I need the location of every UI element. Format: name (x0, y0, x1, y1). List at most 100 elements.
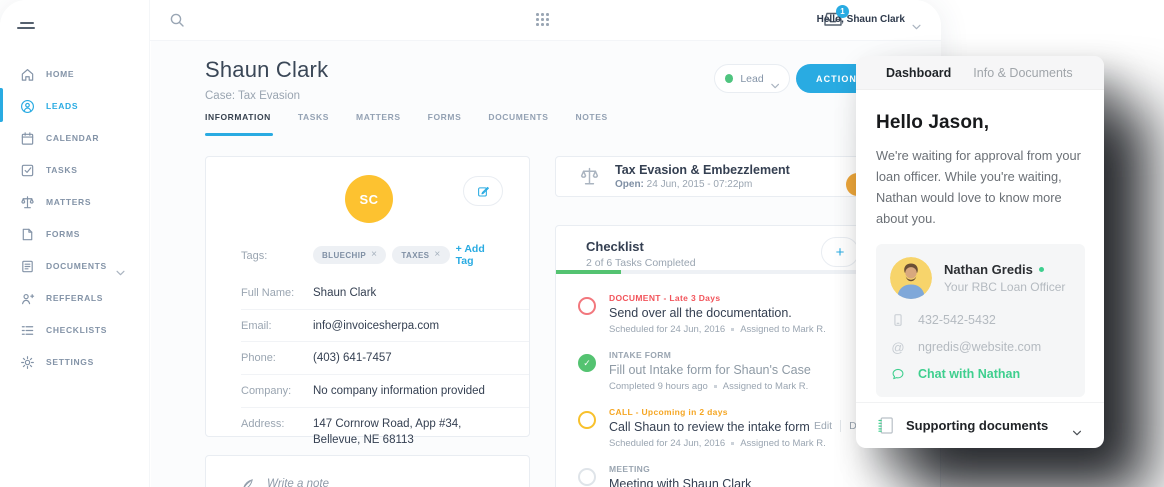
widget-tab-info-documents[interactable]: Info & Documents (973, 66, 1072, 80)
officer-identity: Nathan Gredis Your RBC Loan Officer (944, 262, 1065, 294)
at-icon: @ (890, 339, 906, 355)
field-value: info@invoicesherpa.com (313, 318, 439, 335)
chevron-down-icon (116, 263, 125, 269)
task-status-circle[interactable] (578, 411, 596, 429)
topbar: 1 Hello, Shaun Clark (150, 0, 941, 41)
checklists-icon (20, 323, 35, 338)
officer-contacts: 432-542-5432 @ ngredis@website.com Chat … (890, 312, 1071, 382)
sidebar-item-label: MATTERS (46, 197, 91, 207)
sidebar-item-label: REFFERALS (46, 293, 103, 303)
chevron-down-icon (912, 17, 921, 23)
widget-greeting: Hello Jason, (876, 112, 1085, 134)
sidebar-item-label: SETTINGS (46, 357, 94, 367)
task-assignee: Assigned to Mark R. (740, 438, 826, 449)
scales-icon (579, 166, 600, 187)
matters-icon (20, 195, 35, 210)
field-row-email: Email: info@invoicesherpa.com (241, 310, 529, 343)
checklist-item[interactable]: MEETING Meeting with Shaun Clark Schedul… (556, 457, 940, 487)
chat-label: Chat with Nathan (918, 367, 1020, 381)
tag-chip[interactable]: BLUECHIP × (313, 246, 386, 264)
sidebar-item-refferals[interactable]: REFFERALS (0, 282, 149, 314)
sidebar-item-calendar[interactable]: CALENDAR (0, 122, 149, 154)
online-status-dot (1039, 267, 1044, 272)
field-label: Address: (241, 416, 313, 430)
chevron-down-icon (1072, 423, 1082, 429)
sidebar-item-tasks[interactable]: TASKS (0, 154, 149, 186)
status-dot (725, 74, 733, 83)
task-status-circle[interactable]: ✓ (578, 354, 596, 372)
note-input[interactable]: Write a note (206, 456, 529, 487)
tag-chip[interactable]: TAXES × (392, 246, 449, 264)
supporting-documents-toggle[interactable]: Supporting documents (856, 402, 1104, 448)
tab-documents[interactable]: DOCUMENTS (488, 112, 548, 136)
search-icon[interactable] (169, 12, 185, 28)
edit-icon (477, 185, 490, 198)
sidebar-item-matters[interactable]: MATTERS (0, 186, 149, 218)
home-icon (20, 67, 35, 82)
user-menu[interactable]: Hello, Shaun Clark (817, 14, 921, 25)
officer-header: Nathan Gredis Your RBC Loan Officer (890, 257, 1071, 299)
widget-tab-dashboard[interactable]: Dashboard (886, 66, 951, 80)
matter-open-date: Open: 24 Jun, 2015 - 07:22pm (615, 179, 790, 190)
sidebar-nav: HOME LEADS CALENDAR TASKS MATTERS (0, 58, 149, 378)
status-dropdown[interactable]: Lead (714, 64, 790, 93)
chat-bubble-icon (890, 366, 906, 382)
status-label: Lead (740, 73, 763, 85)
forms-icon (20, 227, 35, 242)
remove-tag-icon[interactable]: × (434, 250, 440, 260)
sidebar-item-forms[interactable]: FORMS (0, 218, 149, 250)
tab-information[interactable]: INFORMATION (205, 112, 271, 136)
chat-with-officer-link[interactable]: Chat with Nathan (890, 366, 1071, 382)
phone-icon (890, 312, 906, 328)
edit-task-link[interactable]: Edit (814, 420, 832, 432)
tab-tasks[interactable]: TASKS (298, 112, 329, 136)
matter-open-value: 24 Jun, 2015 - 07:22pm (647, 179, 753, 190)
field-row-full-name: Full Name: Shaun Clark (241, 277, 529, 310)
settings-icon (20, 355, 35, 370)
add-task-button[interactable]: + (821, 237, 859, 267)
field-label: Email: (241, 318, 313, 332)
task-status-circle[interactable] (578, 468, 596, 486)
field-row-phone: Phone: (403) 641-7457 (241, 342, 529, 375)
apps-grid-icon[interactable] (536, 13, 550, 27)
supporting-documents-label: Supporting documents (906, 418, 1048, 433)
officer-card: Nathan Gredis Your RBC Loan Officer 432-… (876, 244, 1085, 397)
sidebar-item-label: CALENDAR (46, 133, 99, 143)
plus-icon: + (836, 244, 845, 261)
tab-matters[interactable]: MATTERS (356, 112, 401, 136)
tasks-icon (20, 163, 35, 178)
sidebar-item-leads[interactable]: LEADS (0, 90, 149, 122)
sidebar-item-home[interactable]: HOME (0, 58, 149, 90)
remove-tag-icon[interactable]: × (371, 250, 377, 260)
tab-forms[interactable]: FORMS (428, 112, 462, 136)
tab-notes[interactable]: NOTES (575, 112, 607, 136)
menu-icon[interactable] (17, 22, 37, 34)
checklist-progress-text: 2 of 6 Tasks Completed (586, 257, 696, 269)
address-line-2: Bellevue, NE 68113 (313, 434, 414, 446)
field-value: (403) 641-7457 (313, 350, 392, 367)
chevron-down-icon (771, 76, 779, 82)
edit-contact-button[interactable] (463, 176, 503, 206)
sidebar-item-label: TASKS (46, 165, 78, 175)
notebook-icon (878, 417, 893, 434)
officer-phone-row[interactable]: 432-542-5432 (890, 312, 1071, 328)
task-status-circle[interactable] (578, 297, 596, 315)
add-tag-link[interactable]: + Add Tag (456, 243, 501, 267)
note-card[interactable]: Write a note (205, 455, 530, 487)
checklist-title: Checklist (586, 239, 644, 254)
address-line-1: 147 Cornrow Road, App #34, (313, 418, 461, 430)
sidebar-item-documents[interactable]: DOCUMENTS (0, 250, 149, 282)
task-title: Meeting with Shaun Clark (609, 477, 940, 487)
widget-body: Hello Jason, We're waiting for approval … (856, 90, 1104, 397)
sidebar-item-settings[interactable]: SETTINGS (0, 346, 149, 378)
matter-title: Tax Evasion & Embezzlement (615, 163, 790, 177)
officer-email-row[interactable]: @ ngredis@website.com (890, 339, 1071, 355)
field-value: 147 Cornrow Road, App #34, Bellevue, NE … (313, 416, 461, 449)
sidebar-item-label: FORMS (46, 229, 80, 239)
tags-row: Tags: BLUECHIP × TAXES × + Add Tag (241, 233, 529, 277)
sidebar-item-checklists[interactable]: CHECKLISTS (0, 314, 149, 346)
field-label: Company: (241, 383, 313, 397)
task-schedule: Scheduled for 24 Jun, 2016 (609, 324, 725, 335)
user-greeting: Hello, Shaun Clark (817, 14, 905, 25)
officer-name: Nathan Gredis (944, 262, 1033, 277)
